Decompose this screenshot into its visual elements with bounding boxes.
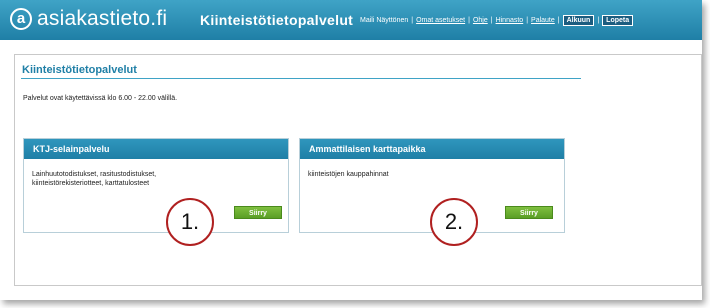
- user-name: Maili Näyttönen: [360, 17, 409, 24]
- main-content: Kiinteistötietopalvelut Palvelut ovat kä…: [14, 54, 702, 286]
- logout-button[interactable]: Lopeta: [602, 15, 634, 26]
- go-button-karttapaikka[interactable]: Siirry: [505, 206, 553, 219]
- link-pricing[interactable]: Hinnasto: [496, 17, 524, 24]
- header-links: Maili Näyttönen | Omat asetukset | Ohje …: [360, 15, 634, 26]
- go-button-ktj[interactable]: Siirry: [234, 206, 282, 219]
- asiakastieto-logo-icon[interactable]: a: [10, 8, 32, 30]
- card-description: Lainhuutotodistukset, rasitustodistukset…: [32, 171, 157, 187]
- separator: |: [597, 17, 600, 24]
- logo-text[interactable]: asiakastieto.fi: [37, 7, 167, 31]
- link-feedback[interactable]: Palaute: [531, 17, 555, 24]
- step-marker-1: 1.: [166, 198, 214, 246]
- availability-text: Palvelut ovat käytettävissä klo 6.00 - 2…: [23, 95, 178, 102]
- page-title: Kiinteistötietopalvelut: [22, 64, 137, 76]
- separator: |: [526, 17, 529, 24]
- separator: |: [557, 17, 560, 24]
- browser-page: a asiakastieto.fi Kiinteistötietopalvelu…: [0, 0, 702, 300]
- card-description: kiinteistöjen kauppahinnat: [308, 171, 389, 178]
- separator: |: [468, 17, 470, 24]
- title-divider: [21, 78, 581, 79]
- top-header: a asiakastieto.fi Kiinteistötietopalvelu…: [0, 0, 702, 40]
- home-button[interactable]: Alkuun: [562, 15, 595, 26]
- separator: |: [411, 17, 414, 24]
- card-title: Ammattilaisen karttapaikka: [300, 139, 564, 159]
- link-settings[interactable]: Omat asetukset: [416, 17, 465, 24]
- card-title: KTJ-selainpalvelu: [24, 139, 288, 159]
- step-marker-2: 2.: [430, 198, 478, 246]
- service-card-ktj: KTJ-selainpalvelu Lainhuutotodistukset, …: [23, 138, 289, 233]
- link-help[interactable]: Ohje: [473, 17, 488, 24]
- separator: |: [490, 17, 493, 24]
- service-title: Kiinteistötietopalvelut: [200, 12, 354, 28]
